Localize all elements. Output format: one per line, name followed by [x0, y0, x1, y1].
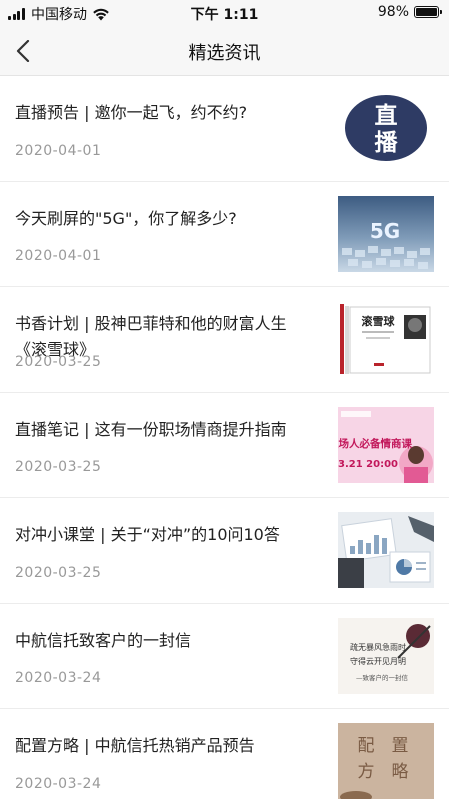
news-date: 2020-03-25	[15, 564, 102, 581]
thumb-subtext-course: 3.21 20:00	[338, 459, 398, 470]
status-right: 98%	[377, 4, 442, 20]
news-date: 2020-03-24	[15, 670, 102, 686]
battery-icon	[414, 6, 442, 18]
battery-percent: 98%	[377, 4, 409, 20]
news-item[interactable]: 对冲小课堂 | 关于“对冲”的10问10答 2020-03-25	[0, 498, 449, 604]
news-title: 中航信托致客户的一封信	[15, 630, 192, 650]
news-thumbnail-book: 滚雪球	[338, 301, 434, 377]
thumb-text-1: 直	[375, 102, 398, 129]
news-title: 今天刷屏的"5G"，你了解多少?	[15, 208, 237, 228]
news-date: 2020-04-01	[15, 142, 102, 159]
battery-level	[416, 8, 437, 16]
thumb-text-course: 职场人必备情商课	[338, 437, 412, 450]
status-bar: 中国移动 下午 1:11 98%	[0, 0, 449, 26]
nav-bar: 精选资讯	[0, 26, 449, 76]
news-thumbnail-5g: 5G	[338, 195, 434, 272]
thumb-text-strategy-4: 略	[392, 762, 409, 782]
thumb-text-letter-1: 疏无暴风急雨时	[350, 642, 406, 652]
news-title: 直播笔记 | 这有一份职场情商提升指南	[15, 419, 287, 439]
thumb-text-strategy-1: 配	[358, 736, 375, 756]
thumb-text-book: 滚雪球	[362, 314, 396, 328]
news-item[interactable]: 配置方略 | 中航信托热销产品预告 2020-03-24 配 置 方 略	[0, 709, 449, 800]
news-item[interactable]: 中航信托致客户的一封信 2020-03-24 疏无暴风急雨时 守得云开见月明 —…	[0, 604, 449, 709]
news-item[interactable]: 直播笔记 | 这有一份职场情商提升指南 2020-03-25 职场人必备情商课 …	[0, 393, 449, 498]
news-title: 对冲小课堂 | 关于“对冲”的10问10答	[15, 525, 280, 544]
news-title: 直播预告 | 邀你一起飞，约不约?	[15, 103, 248, 122]
page-title: 精选资讯	[188, 43, 261, 64]
news-date: 2020-03-25	[15, 353, 102, 370]
news-thumbnail-live: 直 播	[338, 90, 434, 166]
news-thumbnail-course: 职场人必备情商课 3.21 20:00	[338, 406, 434, 483]
thumb-text-strategy-3: 方	[358, 762, 375, 782]
news-item[interactable]: 书香计划 | 股神巴菲特和他的财富人生《滚雪球》 2020-03-25 滚雪球	[0, 287, 449, 393]
news-thumbnail-charts	[338, 512, 434, 588]
news-title: 配置方略 | 中航信托热销产品预告	[15, 736, 255, 755]
thumb-subtext-letter: —致客户的一封信	[356, 673, 409, 682]
thumb-text-letter-2: 守得云开见月明	[350, 656, 406, 666]
news-date: 2020-03-24	[15, 775, 102, 792]
news-item[interactable]: 直播预告 | 邀你一起飞，约不约? 2020-04-01 直 播	[0, 76, 449, 182]
news-date: 2020-04-01	[15, 248, 102, 264]
news-thumbnail-strategy: 配 置 方 略	[338, 723, 434, 799]
thumb-text-5g: 5G	[370, 219, 400, 243]
thumb-text-strategy-2: 置	[392, 736, 409, 756]
news-date: 2020-03-25	[15, 459, 102, 475]
news-thumbnail-letter: 疏无暴风急雨时 守得云开见月明 —致客户的一封信	[338, 617, 434, 694]
news-item[interactable]: 今天刷屏的"5G"，你了解多少? 2020-04-01 5G	[0, 182, 449, 287]
news-list: 直播预告 | 邀你一起飞，约不约? 2020-04-01 直 播 今天刷屏的"5…	[0, 76, 449, 800]
thumb-text-2: 播	[375, 130, 399, 156]
